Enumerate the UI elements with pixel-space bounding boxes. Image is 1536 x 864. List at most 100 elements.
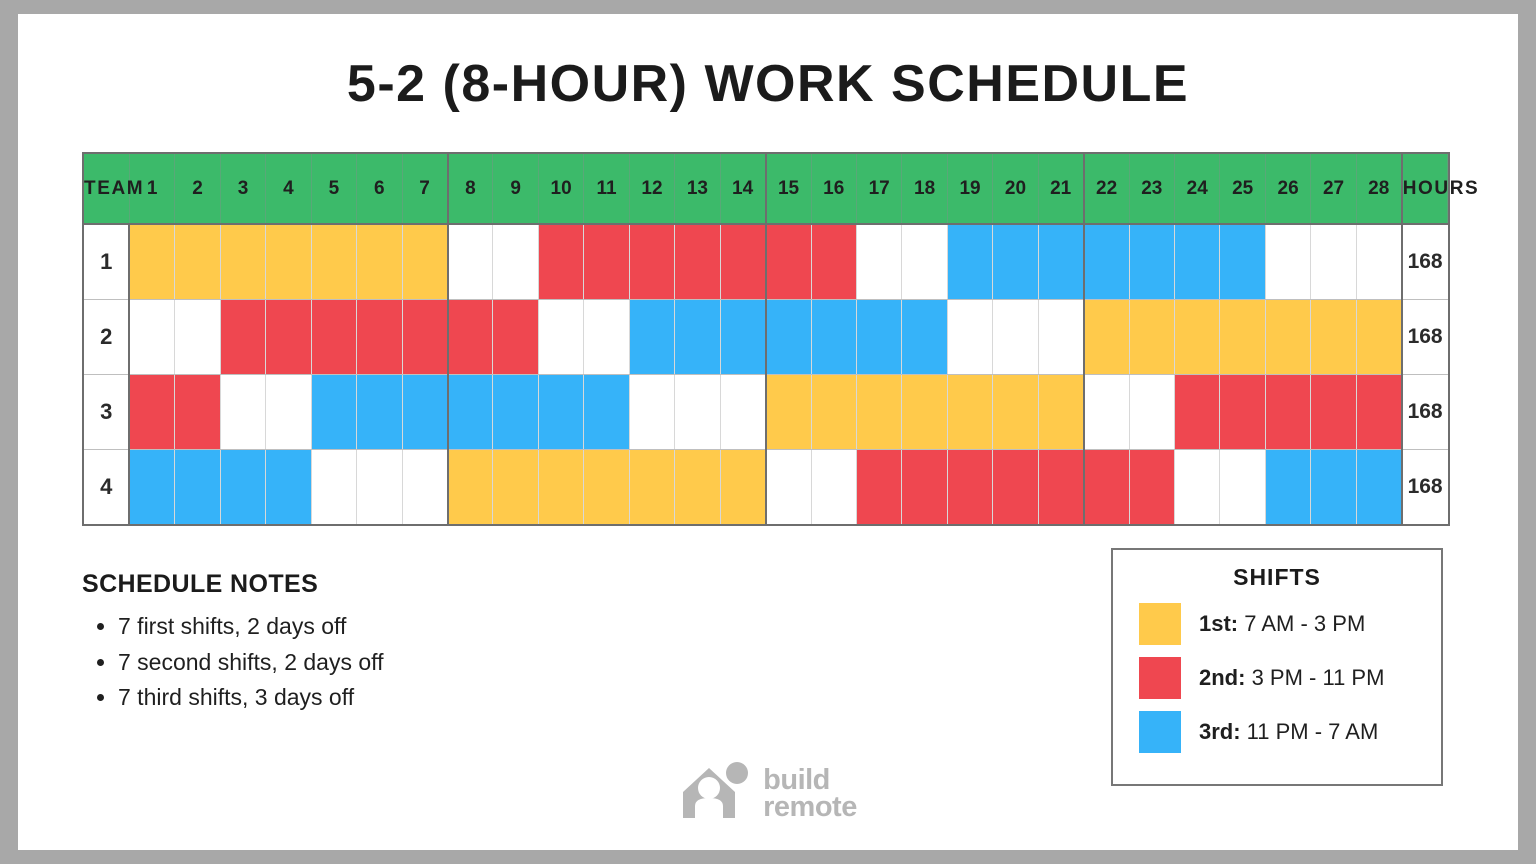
shift-cell-team4-day18[interactable] — [901, 449, 948, 524]
shift-cell-team2-day27[interactable] — [1310, 299, 1357, 375]
shift-cell-team4-day3[interactable] — [220, 449, 267, 524]
shift-cell-team3-day24[interactable] — [1174, 374, 1221, 450]
shift-cell-team4-day8[interactable] — [447, 449, 494, 524]
shift-cell-team1-day1[interactable] — [129, 224, 176, 300]
shift-cell-team4-day4[interactable] — [265, 449, 312, 524]
shift-cell-team2-day17[interactable] — [856, 299, 903, 375]
shift-cell-team1-day28[interactable] — [1356, 224, 1403, 300]
shift-cell-team4-day15[interactable] — [765, 449, 812, 524]
shift-cell-team4-day25[interactable] — [1219, 449, 1266, 524]
shift-cell-team2-day8[interactable] — [447, 299, 494, 375]
shift-cell-team3-day6[interactable] — [356, 374, 403, 450]
shift-cell-team2-day4[interactable] — [265, 299, 312, 375]
shift-cell-team2-day3[interactable] — [220, 299, 267, 375]
shift-cell-team1-day8[interactable] — [447, 224, 494, 300]
shift-cell-team3-day8[interactable] — [447, 374, 494, 450]
shift-cell-team3-day4[interactable] — [265, 374, 312, 450]
shift-cell-team4-day10[interactable] — [538, 449, 585, 524]
shift-cell-team3-day28[interactable] — [1356, 374, 1403, 450]
shift-cell-team2-day19[interactable] — [947, 299, 994, 375]
shift-cell-team4-day13[interactable] — [674, 449, 721, 524]
shift-cell-team3-day7[interactable] — [402, 374, 449, 450]
shift-cell-team3-day9[interactable] — [492, 374, 539, 450]
shift-cell-team2-day5[interactable] — [311, 299, 358, 375]
shift-cell-team3-day20[interactable] — [992, 374, 1039, 450]
shift-cell-team2-day15[interactable] — [765, 299, 812, 375]
shift-cell-team1-day2[interactable] — [174, 224, 221, 300]
shift-cell-team3-day14[interactable] — [720, 374, 767, 450]
shift-cell-team2-day23[interactable] — [1129, 299, 1176, 375]
shift-cell-team1-day3[interactable] — [220, 224, 267, 300]
shift-cell-team4-day6[interactable] — [356, 449, 403, 524]
shift-cell-team1-day9[interactable] — [492, 224, 539, 300]
shift-cell-team1-day26[interactable] — [1265, 224, 1312, 300]
shift-cell-team1-day17[interactable] — [856, 224, 903, 300]
shift-cell-team2-day20[interactable] — [992, 299, 1039, 375]
shift-cell-team3-day15[interactable] — [765, 374, 812, 450]
shift-cell-team4-day1[interactable] — [129, 449, 176, 524]
shift-cell-team1-day18[interactable] — [901, 224, 948, 300]
shift-cell-team2-day16[interactable] — [811, 299, 857, 375]
shift-cell-team1-day25[interactable] — [1219, 224, 1266, 300]
shift-cell-team2-day11[interactable] — [583, 299, 630, 375]
shift-cell-team1-day6[interactable] — [356, 224, 403, 300]
shift-cell-team2-day13[interactable] — [674, 299, 721, 375]
shift-cell-team3-day16[interactable] — [811, 374, 857, 450]
shift-cell-team3-day17[interactable] — [856, 374, 903, 450]
shift-cell-team3-day25[interactable] — [1219, 374, 1266, 450]
shift-cell-team2-day28[interactable] — [1356, 299, 1403, 375]
shift-cell-team3-day22[interactable] — [1083, 374, 1130, 450]
shift-cell-team4-day26[interactable] — [1265, 449, 1312, 524]
shift-cell-team2-day26[interactable] — [1265, 299, 1312, 375]
shift-cell-team2-day12[interactable] — [629, 299, 676, 375]
shift-cell-team3-day2[interactable] — [174, 374, 221, 450]
shift-cell-team2-day21[interactable] — [1038, 299, 1085, 375]
shift-cell-team3-day26[interactable] — [1265, 374, 1312, 450]
shift-cell-team1-day27[interactable] — [1310, 224, 1357, 300]
shift-cell-team3-day19[interactable] — [947, 374, 994, 450]
shift-cell-team3-day10[interactable] — [538, 374, 585, 450]
shift-cell-team4-day17[interactable] — [856, 449, 903, 524]
shift-cell-team2-day18[interactable] — [901, 299, 948, 375]
shift-cell-team1-day5[interactable] — [311, 224, 358, 300]
shift-cell-team3-day5[interactable] — [311, 374, 358, 450]
shift-cell-team2-day7[interactable] — [402, 299, 449, 375]
shift-cell-team4-day19[interactable] — [947, 449, 994, 524]
shift-cell-team1-day12[interactable] — [629, 224, 676, 300]
shift-cell-team4-day27[interactable] — [1310, 449, 1357, 524]
shift-cell-team4-day2[interactable] — [174, 449, 221, 524]
shift-cell-team4-day9[interactable] — [492, 449, 539, 524]
shift-cell-team4-day16[interactable] — [811, 449, 857, 524]
shift-cell-team3-day12[interactable] — [629, 374, 676, 450]
shift-cell-team2-day1[interactable] — [129, 299, 176, 375]
shift-cell-team2-day24[interactable] — [1174, 299, 1221, 375]
shift-cell-team2-day22[interactable] — [1083, 299, 1130, 375]
shift-cell-team4-day24[interactable] — [1174, 449, 1221, 524]
shift-cell-team1-day21[interactable] — [1038, 224, 1085, 300]
shift-cell-team4-day28[interactable] — [1356, 449, 1403, 524]
shift-cell-team1-day10[interactable] — [538, 224, 585, 300]
shift-cell-team1-day19[interactable] — [947, 224, 994, 300]
shift-cell-team1-day22[interactable] — [1083, 224, 1130, 300]
shift-cell-team1-day24[interactable] — [1174, 224, 1221, 300]
shift-cell-team3-day3[interactable] — [220, 374, 267, 450]
shift-cell-team3-day23[interactable] — [1129, 374, 1176, 450]
shift-cell-team4-day14[interactable] — [720, 449, 767, 524]
shift-cell-team3-day1[interactable] — [129, 374, 176, 450]
shift-cell-team1-day16[interactable] — [811, 224, 857, 300]
shift-cell-team3-day18[interactable] — [901, 374, 948, 450]
shift-cell-team4-day20[interactable] — [992, 449, 1039, 524]
shift-cell-team4-day7[interactable] — [402, 449, 449, 524]
shift-cell-team4-day11[interactable] — [583, 449, 630, 524]
shift-cell-team4-day5[interactable] — [311, 449, 358, 524]
shift-cell-team1-day11[interactable] — [583, 224, 630, 300]
shift-cell-team3-day27[interactable] — [1310, 374, 1357, 450]
shift-cell-team1-day4[interactable] — [265, 224, 312, 300]
shift-cell-team4-day23[interactable] — [1129, 449, 1176, 524]
shift-cell-team1-day15[interactable] — [765, 224, 812, 300]
shift-cell-team2-day6[interactable] — [356, 299, 403, 375]
shift-cell-team1-day13[interactable] — [674, 224, 721, 300]
shift-cell-team2-day14[interactable] — [720, 299, 767, 375]
shift-cell-team4-day12[interactable] — [629, 449, 676, 524]
shift-cell-team2-day9[interactable] — [492, 299, 539, 375]
